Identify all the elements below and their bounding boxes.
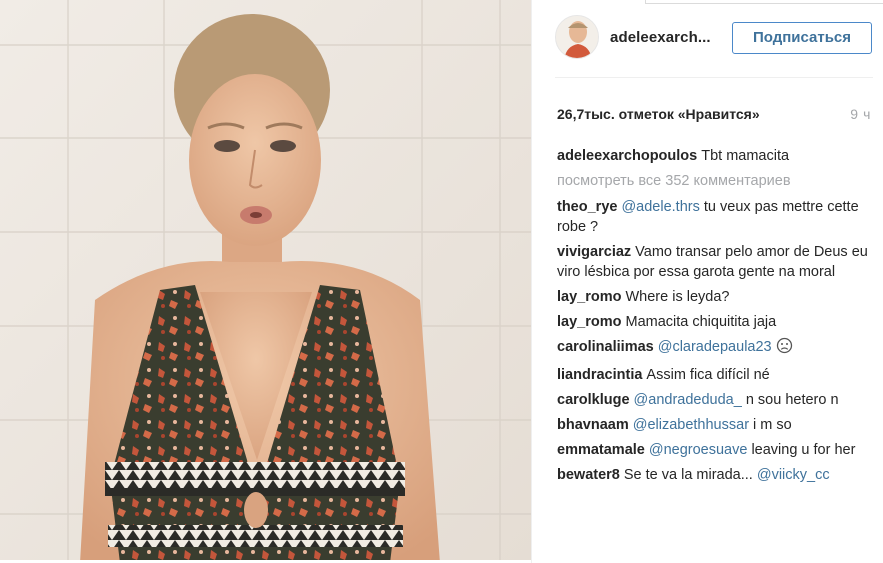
comment-item: liandracintia Assim fica difícil né [557,365,869,385]
view-all-comments-link[interactable]: посмотреть все 352 комментариев [557,171,869,191]
header-divider [555,77,873,78]
comment-mention[interactable]: @elizabethhussar [633,417,749,433]
post-image [0,0,531,563]
comment-user[interactable]: bewater8 [557,467,620,483]
comment-user[interactable]: carolinaliimas [557,339,654,355]
comment-user[interactable]: vivigarciaz [557,244,631,260]
comment-text: Assim fica difícil né [646,367,770,383]
worried-face-icon [776,337,793,360]
comment-item: theo_rye @adele.thrs tu veux pas mettre c… [557,197,869,237]
comment-item: bewater8 Se te va la mirada... @viicky_cc [557,465,869,485]
comment-item: emmatamale @negroesuave leaving u for her [557,440,869,460]
username-link[interactable]: adeleexarch... [610,29,711,46]
comment-mention[interactable]: @claradepaula23 [658,339,772,355]
caption: adeleexarchopoulos Tbt mamacita [557,146,869,166]
comment-text: i m so [749,417,792,433]
comment-user[interactable]: theo_rye [557,199,617,215]
post-photo[interactable] [0,0,531,563]
comment-mention[interactable]: @adele.thrs [621,199,699,215]
comment-item: vivigarciaz Vamo transar pelo amor de Deu… [557,242,869,282]
caption-user[interactable]: adeleexarchopoulos [557,148,697,164]
comment-text: leaving u for her [747,442,856,458]
comments-list: adeleexarchopoulos Tbt mamacita посмотрет… [557,146,869,563]
comment-user[interactable]: carolkluge [557,392,630,408]
comment-item: carolkluge @andradeduda_ n sou hetero n [557,390,869,410]
panel-divider [531,0,532,563]
comment-text: Se te va la mirada... [623,467,757,483]
comment-user[interactable]: emmatamale [557,442,645,458]
likes-row: 26,7тыс. отметок «Нравится» 9 ч [557,106,873,126]
comment-text: n sou hetero n [741,392,839,408]
comment-user[interactable]: liandracintia [557,367,642,383]
likes-count[interactable]: 26,7тыс. отметок «Нравится» [557,106,760,122]
comment-user[interactable]: lay_romo [557,314,621,330]
comment-item: lay_romo Mamacita chiquitita jaja [557,312,869,332]
caption-text: Tbt mamacita [701,148,790,164]
follow-button[interactable]: Подписаться [732,22,872,54]
top-edge [645,0,883,4]
comment-mention[interactable]: @viicky_cc [757,467,830,483]
comment-text: Mamacita chiquitita jaja [625,314,777,330]
avatar[interactable] [555,15,599,59]
comment-text: Where is leyda? [625,289,730,305]
comment-item: bhavnaam @elizabethhussar i m so [557,415,869,435]
post-header: adeleexarch... Подписаться [555,15,875,61]
comment-user[interactable]: bhavnaam [557,417,629,433]
comment-user[interactable]: lay_romo [557,289,621,305]
comment-mention[interactable]: @negroesuave [649,442,748,458]
comment-item: carolinaliimas @claradepaula23 [557,337,869,360]
avatar-icon [556,16,598,58]
post-time[interactable]: 9 ч [850,106,871,122]
comment-mention[interactable]: @andradeduda_ [634,392,742,408]
comment-item: lay_romo Where is leyda? [557,287,869,307]
